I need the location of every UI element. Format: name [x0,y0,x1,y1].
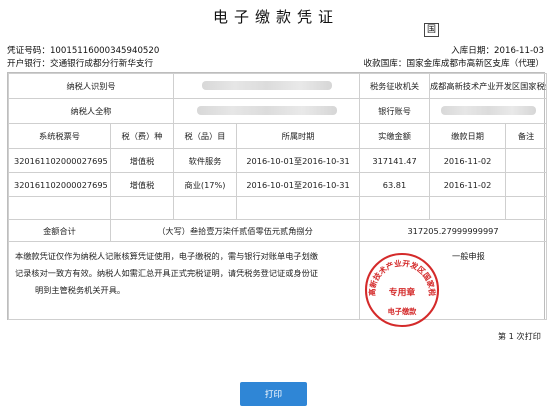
taxpayer-id-label: 纳税人识别号 [7,73,175,99]
remark [505,172,548,197]
redacted-bank-account [440,105,536,115]
receiving-treasury: 收款国库：国家金库成都市高新区支库（代理） [363,59,544,69]
note-text: 本缴款凭证仅作为纳税人记账核算凭证使用，电子缴税的，需与银行对账单电子划缴 记录… [7,241,361,320]
page-title: 电子缴款凭证 [212,8,339,26]
taxpayer-name-value [173,98,361,124]
taxpayer-name-row: 纳税人全称 银行账号 [7,98,548,124]
remark [505,148,548,173]
note-row: 本缴款凭证仅作为纳税人记账核算凭证使用，电子缴税的，需与银行对账单电子划缴 记录… [7,241,548,320]
seal-center-text: 专用章 [389,286,416,298]
taxpayer-name-label: 纳税人全称 [7,98,175,124]
table-row: 320161102000027695 增值税 商业(17%) 2016-10-0… [8,172,548,197]
tax-item: 商业(17%) [173,172,238,197]
tax-office-value: 成都高新技术产业开发区国家税务局 [429,73,548,99]
bank-account-label: 银行账号 [359,98,431,124]
voucher-number: 凭证号码：10015116000345940520 [7,46,160,56]
payment-date: 2016-11-02 [429,172,507,197]
tax-item: 软件服务 [173,148,238,173]
total-amount: 317205.27999999997 [359,219,548,242]
tax-type: 增值税 [109,148,175,173]
total-amount-words: （大写）叁拾壹万柒仟贰佰零伍元贰角捌分 [109,219,361,242]
opening-bank: 开户银行：交通银行成都分行新华支行 [7,59,154,69]
paid-amount: 317141.47 [359,148,431,173]
payment-date: 2016-11-02 [429,148,507,173]
tax-ticket-number: 320161102000027695 [8,148,111,173]
tax-period: 2016-10-01至2016-10-31 [236,172,361,197]
column-header: 所属时期 [236,123,361,149]
column-header: 实缴金额 [359,123,431,149]
official-seal: 成都高新技术产业开发区国家税务局 专用章 电子缴款 [362,250,440,328]
column-header: 税（费）种 [109,123,175,149]
total-row: 金额合计 （大写）叁拾壹万柒仟贰佰零伍元贰角捌分 317205.27999999… [8,219,548,242]
tax-ticket-number: 320161102000027695 [8,172,111,197]
empty-row [8,196,548,220]
entry-date: 入库日期：2016-11-03 [451,46,544,56]
voucher-table: 纳税人识别号 税务征收机关 成都高新技术产业开发区国家税务局 纳税人全称 银行账… [7,72,548,320]
column-header: 系统税票号 [8,123,111,149]
print-button[interactable]: 打印 [240,382,307,406]
total-label: 金额合计 [8,219,111,242]
tax-type: 增值税 [109,172,175,197]
column-header: 备注 [505,123,548,149]
print-count: 第 1 次打印 [497,331,541,341]
note-line: 明到主管税务机关开具。 [35,285,126,295]
note-line: 本缴款凭证仅作为纳税人记账核算凭证使用，电子缴税的，需与银行对账单电子划缴 [15,251,318,261]
table-header-row: 系统税票号 税（费）种 税（品）目 所属时期 实缴金额 缴款日期 备注 [8,123,548,149]
bank-account-value [429,98,548,124]
taxpayer-id-row: 纳税人识别号 税务征收机关 成都高新技术产业开发区国家税务局 [7,73,548,99]
declare-type: 一般申报 [452,251,485,261]
table-row: 320161102000027695 增值税 软件服务 2016-10-01至2… [8,148,548,173]
taxpayer-id-value [173,73,361,99]
column-header: 缴款日期 [429,123,507,149]
seal-bottom-text: 电子缴款 [388,307,418,316]
tax-period: 2016-10-01至2016-10-31 [236,148,361,173]
country-mark-box: 国 [424,23,439,37]
column-header: 税（品）目 [173,123,238,149]
paid-amount: 63.81 [359,172,431,197]
redacted-taxpayer-name [196,105,337,115]
redacted-taxpayer-id [201,80,332,90]
tax-office-label: 税务征收机关 [359,73,431,99]
note-line: 记录核对一致方有效。纳税人如需汇总开具正式完税证明，请凭税务登记证或身份证 [15,268,318,278]
